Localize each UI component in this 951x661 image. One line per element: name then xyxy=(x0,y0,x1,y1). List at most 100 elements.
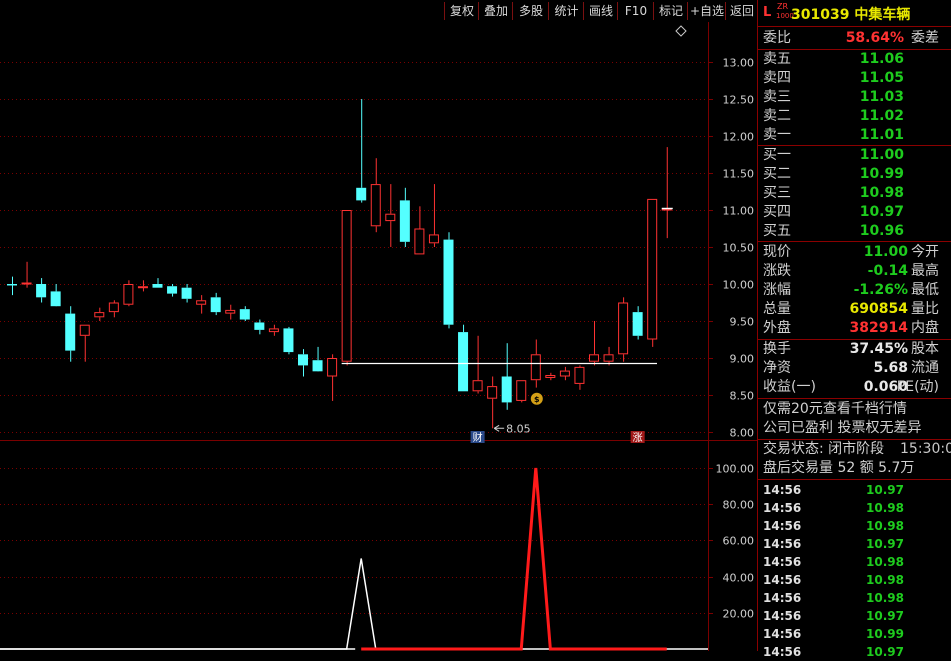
bid-row: 买四 10.97 xyxy=(758,203,951,222)
tick-price: 10.98 xyxy=(866,555,904,569)
candle-body xyxy=(108,302,119,313)
bid-label: 买二 xyxy=(763,166,791,182)
candle-body xyxy=(589,354,599,362)
price-tick-label: 13.00 xyxy=(723,57,755,70)
toolbar-button-fuquan[interactable]: 复权 xyxy=(444,2,479,20)
candle-body xyxy=(516,380,527,401)
tick-time: 14:56 xyxy=(763,573,802,587)
quote-label: 现价 xyxy=(763,244,791,260)
candle-body xyxy=(239,309,250,320)
bid-row: 买一 11.00 xyxy=(758,146,951,165)
toolbar-button-mark[interactable]: 标记 xyxy=(653,2,688,20)
tick-row: 14:56 10.98 xyxy=(763,571,948,589)
candle xyxy=(414,206,425,255)
toolbar-button-add-favorite[interactable]: +自选 xyxy=(687,2,726,20)
toolbar-button-draw-line[interactable]: 画线 xyxy=(583,2,618,20)
candle xyxy=(298,349,308,377)
tick-time: 14:56 xyxy=(763,645,802,659)
weibi-label: 委比 xyxy=(763,30,791,46)
weibi-value: 58.64% xyxy=(845,30,904,46)
quote-row: 总量 690854 量比 xyxy=(758,300,951,319)
candle-body xyxy=(618,302,629,355)
candle-body xyxy=(268,328,279,333)
quote-row: 涨幅 -1.26% 最低 xyxy=(758,281,951,300)
quote-value: 690854 xyxy=(849,301,908,317)
bid-price: 10.99 xyxy=(859,166,904,182)
candle xyxy=(268,324,279,336)
quote-value: -1.26% xyxy=(853,282,908,298)
quote-label-right: 内盘 xyxy=(911,320,939,336)
candle xyxy=(574,365,585,390)
price-tick-label: 9.00 xyxy=(730,353,755,366)
ask-price: 11.01 xyxy=(859,127,904,143)
tick-time: 14:56 xyxy=(763,555,802,569)
candle xyxy=(152,278,163,288)
ask-label: 卖一 xyxy=(763,127,791,143)
price-tick-label: 11.00 xyxy=(723,205,755,218)
tick-time: 14:56 xyxy=(763,519,802,533)
candle-body xyxy=(123,284,134,305)
fund-label-right: PE(动) xyxy=(896,379,939,395)
bid-row: 买五 10.96 xyxy=(758,222,951,241)
chart-annotations: 8.05 $ 财 涨 xyxy=(341,25,687,444)
candle xyxy=(137,280,148,292)
candle-body xyxy=(472,380,483,392)
ask-row: 卖一 11.01 xyxy=(758,126,951,145)
tick-price: 10.98 xyxy=(866,519,904,533)
candle xyxy=(399,187,410,247)
toolbar-button-multi-stock[interactable]: 多股 xyxy=(512,2,549,20)
candle xyxy=(385,184,396,247)
candle-body xyxy=(94,312,105,318)
tick-row: 14:56 10.98 xyxy=(763,499,948,517)
stock-code-name[interactable]: 301039 中集车辆 xyxy=(791,4,910,24)
toolbar-button-overlay[interactable]: 叠加 xyxy=(478,2,513,20)
toolbar-button-f10[interactable]: F10 xyxy=(617,2,654,20)
ask-row: 卖三 11.03 xyxy=(758,88,951,107)
candle-body xyxy=(501,376,512,403)
price-tick-label: 9.50 xyxy=(730,316,755,329)
chart-area[interactable]: 8.05 $ 财 涨 13.00 12.50 12.00 11.50 11.00 10.50 10… xyxy=(0,22,757,651)
candle-body xyxy=(327,358,338,377)
candle xyxy=(647,198,658,347)
quote-label: 涨幅 xyxy=(763,282,791,298)
tick-price: 10.97 xyxy=(866,483,904,497)
indicator-series xyxy=(0,467,708,651)
candle xyxy=(589,321,599,366)
notice-text: 仅需20元查看千档行情 xyxy=(763,401,907,417)
quote-panel: L ZR 1000 301039 中集车辆 委比 58.64% 委差 卖五 11.… xyxy=(757,0,951,659)
candle xyxy=(458,324,469,392)
tick-price: 10.98 xyxy=(866,573,904,587)
marker-text: 财 xyxy=(473,431,483,444)
stock-prefix: L xyxy=(763,5,772,20)
candle xyxy=(181,284,192,303)
candle xyxy=(167,284,178,297)
quote-row: 涨跌 -0.14 最高 xyxy=(758,262,951,281)
quote-label: 外盘 xyxy=(763,320,791,336)
candle xyxy=(65,306,76,362)
toolbar-button-back[interactable]: 返回 xyxy=(725,2,758,20)
candle xyxy=(327,354,338,401)
notice-text: 公司已盈利 投票权无差异 xyxy=(763,420,922,436)
candle-body xyxy=(137,286,148,289)
candlestick-series xyxy=(7,99,672,429)
tick-row: 14:56 10.98 xyxy=(763,589,948,607)
toolbar-button-stats[interactable]: 统计 xyxy=(548,2,584,20)
bid-price: 10.97 xyxy=(859,204,904,220)
candle xyxy=(36,278,47,303)
indicator-tick-label: 60.00 xyxy=(723,535,755,548)
candle xyxy=(501,343,512,410)
toolbar: 复权 叠加 多股 统计 画线 F10 标记 +自选 返回 xyxy=(0,0,757,22)
candle xyxy=(225,304,236,320)
notice-row[interactable]: 仅需20元查看千档行情 xyxy=(758,400,951,419)
quote-value: -0.14 xyxy=(867,263,908,279)
candle-body xyxy=(414,228,425,255)
candle xyxy=(370,158,381,233)
fund-value: 5.68 xyxy=(873,360,908,376)
candle-body xyxy=(399,200,410,242)
grid-lines xyxy=(0,22,757,651)
tick-time: 14:56 xyxy=(763,591,802,605)
indicator-tick-label: 80.00 xyxy=(723,499,755,512)
candle xyxy=(21,261,32,288)
candle-body xyxy=(312,360,323,372)
quote-label: 总量 xyxy=(763,301,791,317)
